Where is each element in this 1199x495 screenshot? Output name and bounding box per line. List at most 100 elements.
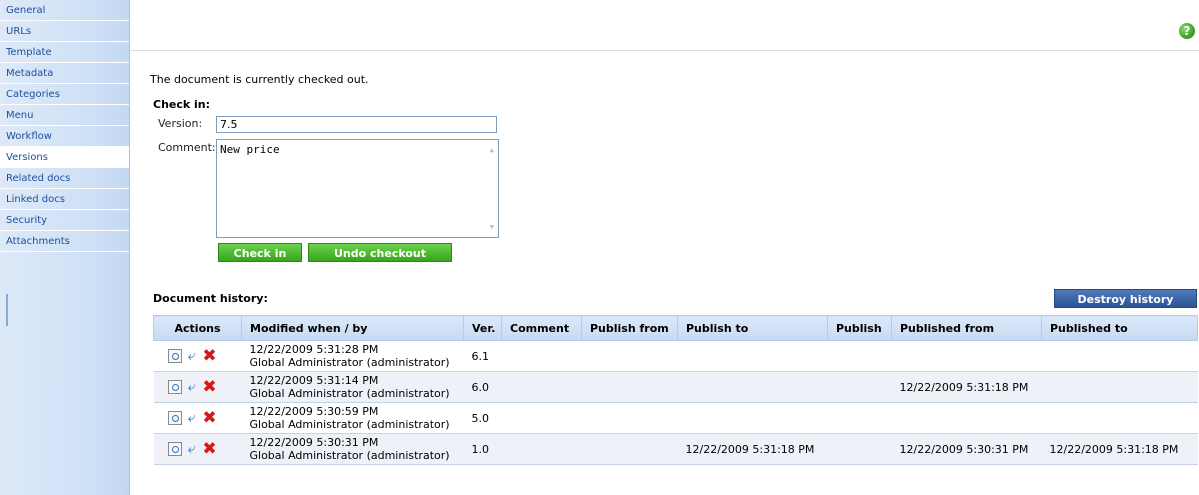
column-header-published-from: Published from xyxy=(891,315,1042,341)
column-header-actions: Actions xyxy=(153,315,242,341)
comment-label: Comment: xyxy=(158,141,216,154)
sidebar-menu: General URLs Template Metadata Categories Men… xyxy=(0,0,129,252)
modified-cell: 12/22/2009 5:30:59 PM Global Administrato… xyxy=(241,402,464,434)
view-icon[interactable] xyxy=(167,349,182,363)
sidebar-item-linked-docs[interactable]: Linked docs xyxy=(0,189,129,210)
version-label: Version: xyxy=(158,117,203,130)
column-header-comment: Comment xyxy=(501,315,582,341)
comment-textarea[interactable]: New price ▲ ▼ xyxy=(216,139,499,238)
help-icon[interactable]: ? xyxy=(1179,23,1195,39)
cell-publish xyxy=(827,402,892,434)
delete-icon[interactable]: ✖ xyxy=(202,379,218,396)
modified-by: Global Administrator (administrator) xyxy=(249,418,450,431)
cell-publish-to: 12/22/2009 5:31:18 PM xyxy=(677,433,828,465)
scroll-down-icon[interactable]: ▼ xyxy=(490,223,494,231)
table-row: ⤶ ✖ 12/22/2009 5:30:31 PM Global Administra… xyxy=(153,433,1198,465)
row-actions: ⤶ ✖ xyxy=(153,340,242,372)
cell-published-to xyxy=(1041,371,1198,403)
comment-text: New price xyxy=(220,143,280,156)
header-bar: ? xyxy=(130,0,1199,51)
sidebar-item-metadata[interactable]: Metadata xyxy=(0,63,129,84)
sidebar-item-categories[interactable]: Categories xyxy=(0,84,129,105)
cell-comment xyxy=(501,402,582,434)
cell-publish-to xyxy=(677,371,828,403)
cell-publish xyxy=(827,340,892,372)
column-header-publish-to: Publish to xyxy=(677,315,828,341)
delete-icon[interactable]: ✖ xyxy=(202,410,218,427)
cell-ver: 6.0 xyxy=(463,371,502,403)
sidebar-item-general[interactable]: General xyxy=(0,0,129,21)
cell-publish xyxy=(827,371,892,403)
table-row: ⤶ ✖ 12/22/2009 5:30:59 PM Global Administra… xyxy=(153,402,1198,434)
sidebar-item-template[interactable]: Template xyxy=(0,42,129,63)
column-header-publish: Publish xyxy=(827,315,892,341)
rollback-icon[interactable]: ⤶ xyxy=(184,441,200,457)
sidebar-divider xyxy=(6,294,8,326)
cell-published-from xyxy=(891,340,1042,372)
sidebar-item-attachments[interactable]: Attachments xyxy=(0,231,129,252)
document-history-title: Document history: xyxy=(153,292,268,305)
table-header-row: Actions Modified when / by Ver. Comment Publ… xyxy=(153,315,1198,341)
checkin-button[interactable]: Check in xyxy=(218,243,302,262)
column-header-publish-from: Publish from xyxy=(581,315,678,341)
modified-when: 12/22/2009 5:31:14 PM xyxy=(249,374,379,387)
cell-published-from: 12/22/2009 5:30:31 PM xyxy=(891,433,1042,465)
modified-by: Global Administrator (administrator) xyxy=(249,449,450,462)
checkin-title: Check in: xyxy=(153,98,211,111)
table-row: ⤶ ✖ 12/22/2009 5:31:14 PM Global Administra… xyxy=(153,371,1198,403)
cell-publish-from xyxy=(581,402,678,434)
cell-publish-from xyxy=(581,340,678,372)
document-history-table: Actions Modified when / by Ver. Comment Publ… xyxy=(153,315,1198,465)
modified-by: Global Administrator (administrator) xyxy=(249,356,450,369)
modified-when: 12/22/2009 5:30:31 PM xyxy=(249,436,379,449)
view-icon[interactable] xyxy=(167,442,182,456)
delete-icon[interactable]: ✖ xyxy=(202,441,218,458)
cell-published-to xyxy=(1041,402,1198,434)
destroy-history-button[interactable]: Destroy history xyxy=(1054,289,1197,308)
checkout-status-text: The document is currently checked out. xyxy=(150,73,369,86)
column-header-ver: Ver. xyxy=(463,315,502,341)
view-icon[interactable] xyxy=(167,380,182,394)
sidebar-item-urls[interactable]: URLs xyxy=(0,21,129,42)
cell-ver: 1.0 xyxy=(463,433,502,465)
cell-comment xyxy=(501,433,582,465)
sidebar: General URLs Template Metadata Categories Men… xyxy=(0,0,130,495)
rollback-icon[interactable]: ⤶ xyxy=(184,348,200,364)
sidebar-item-versions[interactable]: Versions xyxy=(0,147,129,168)
sidebar-item-related-docs[interactable]: Related docs xyxy=(0,168,129,189)
modified-when: 12/22/2009 5:30:59 PM xyxy=(249,405,379,418)
modified-cell: 12/22/2009 5:31:28 PM Global Administrato… xyxy=(241,340,464,372)
modified-cell: 12/22/2009 5:31:14 PM Global Administrato… xyxy=(241,371,464,403)
undo-checkout-button[interactable]: Undo checkout xyxy=(308,243,452,262)
row-actions: ⤶ ✖ xyxy=(153,371,242,403)
cell-comment xyxy=(501,340,582,372)
cell-published-from: 12/22/2009 5:31:18 PM xyxy=(891,371,1042,403)
cell-published-from xyxy=(891,402,1042,434)
delete-icon[interactable]: ✖ xyxy=(202,348,218,365)
cell-ver: 5.0 xyxy=(463,402,502,434)
cell-published-to xyxy=(1041,340,1198,372)
modified-cell: 12/22/2009 5:30:31 PM Global Administrato… xyxy=(241,433,464,465)
cell-publish-to xyxy=(677,340,828,372)
cell-publish xyxy=(827,433,892,465)
scroll-up-icon[interactable]: ▲ xyxy=(490,146,494,154)
modified-by: Global Administrator (administrator) xyxy=(249,387,450,400)
table-row: ⤶ ✖ 12/22/2009 5:31:28 PM Global Administra… xyxy=(153,340,1198,372)
sidebar-item-menu[interactable]: Menu xyxy=(0,105,129,126)
cell-ver: 6.1 xyxy=(463,340,502,372)
rollback-icon[interactable]: ⤶ xyxy=(184,379,200,395)
sidebar-item-security[interactable]: Security xyxy=(0,210,129,231)
cell-comment xyxy=(501,371,582,403)
view-icon[interactable] xyxy=(167,411,182,425)
rollback-icon[interactable]: ⤶ xyxy=(184,410,200,426)
row-actions: ⤶ ✖ xyxy=(153,402,242,434)
version-input[interactable] xyxy=(216,116,497,133)
modified-when: 12/22/2009 5:31:28 PM xyxy=(249,343,379,356)
cell-publish-from xyxy=(581,433,678,465)
cell-publish-from xyxy=(581,371,678,403)
column-header-published-to: Published to xyxy=(1041,315,1198,341)
column-header-modified: Modified when / by xyxy=(241,315,464,341)
sidebar-item-workflow[interactable]: Workflow xyxy=(0,126,129,147)
row-actions: ⤶ ✖ xyxy=(153,433,242,465)
cell-publish-to xyxy=(677,402,828,434)
